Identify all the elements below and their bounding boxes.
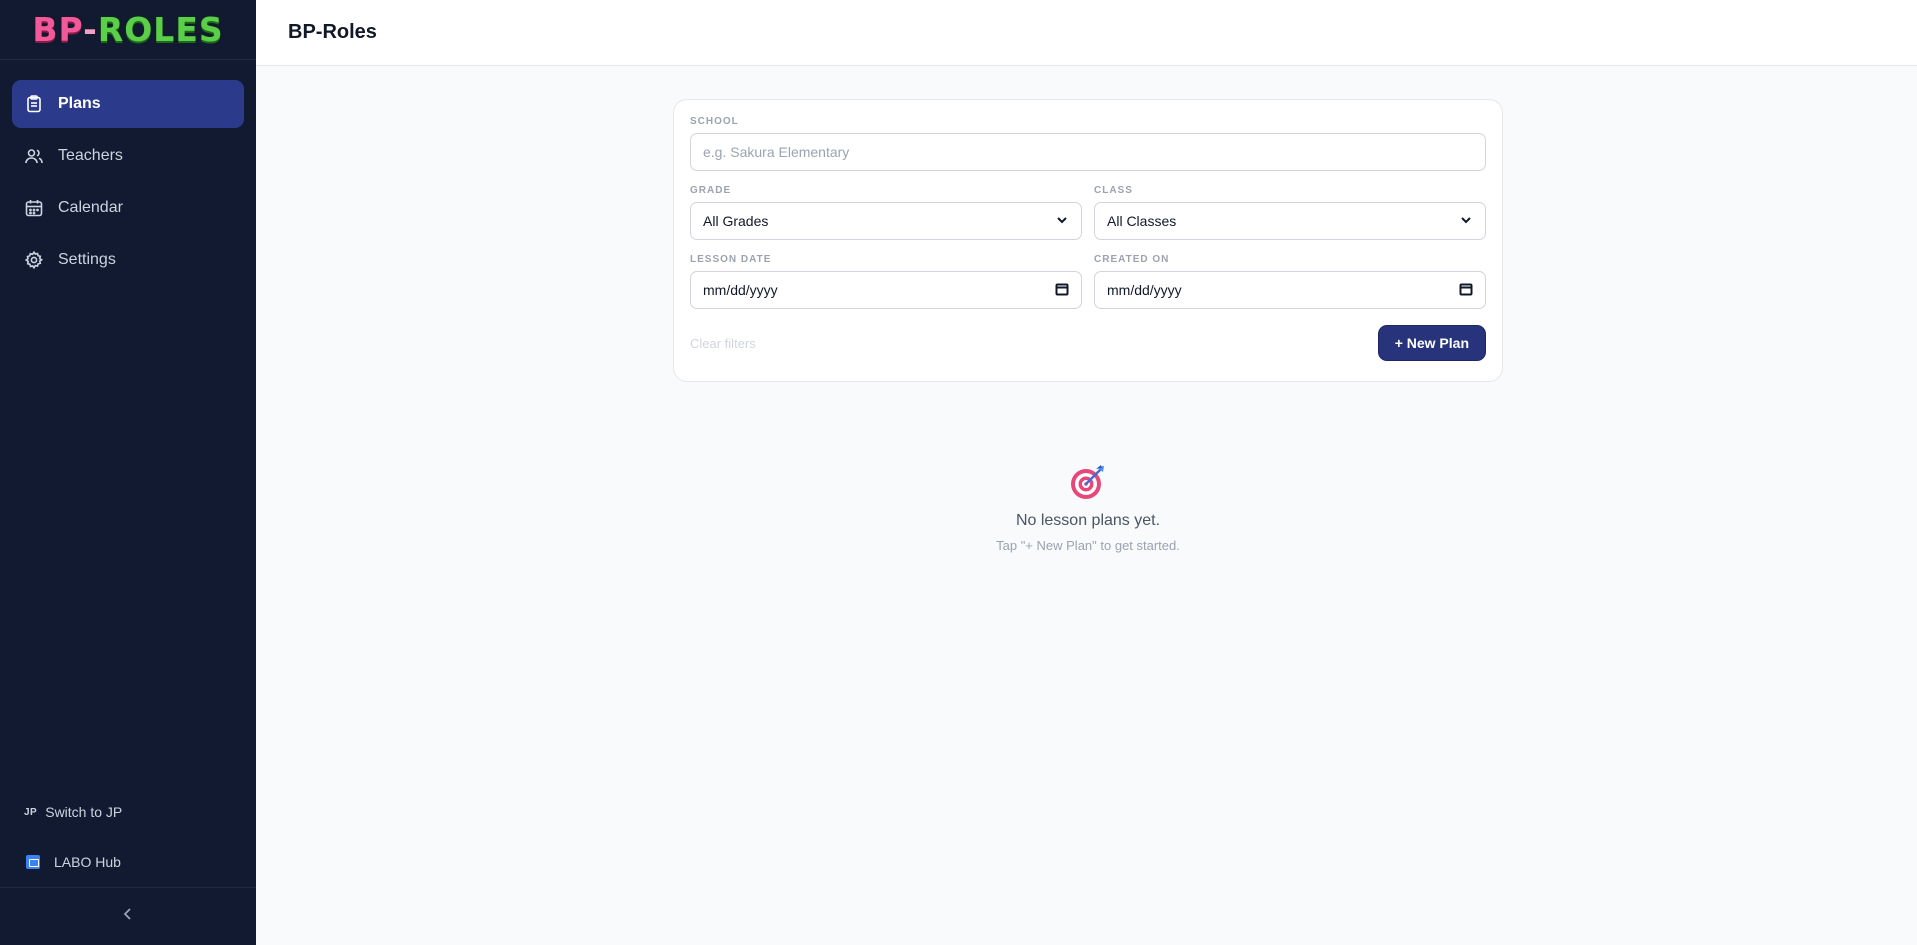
- clear-filters-button[interactable]: Clear filters: [690, 336, 756, 351]
- lesson-date-input[interactable]: mm/dd/yyyy: [690, 271, 1082, 309]
- empty-state-subtitle: Tap "+ New Plan" to get started.: [996, 538, 1180, 553]
- gear-icon: [24, 250, 44, 270]
- language-badge: JP: [24, 806, 38, 818]
- hub-icon: [26, 855, 40, 869]
- calendar-icon: [24, 198, 44, 218]
- class-label: CLASS: [1094, 185, 1133, 196]
- calendar-picker-icon[interactable]: [1055, 282, 1069, 299]
- lesson-date-value: mm/dd/yyyy: [703, 282, 778, 298]
- date-row: LESSON DATE mm/dd/yyyy CREATED ON mm/dd/…: [690, 254, 1486, 309]
- labo-hub-label: LABO Hub: [54, 854, 121, 870]
- sidebar-item-label: Plans: [58, 95, 101, 112]
- empty-state-title: No lesson plans yet.: [1015, 512, 1161, 529]
- empty-state: No lesson plans yet. Tap "+ New Plan" to…: [673, 462, 1503, 553]
- class-select[interactable]: All Classes: [1094, 202, 1486, 240]
- created-on-label: CREATED ON: [1094, 254, 1170, 265]
- switch-language-label: Switch to JP: [45, 804, 123, 820]
- sidebar-item-label: Settings: [58, 251, 116, 268]
- sidebar: BP-ROLES Plans Teachers Calendar Setting…: [0, 0, 256, 945]
- sidebar-item-settings[interactable]: Settings: [12, 236, 244, 284]
- users-icon: [24, 146, 44, 166]
- created-on-input[interactable]: mm/dd/yyyy: [1094, 271, 1486, 309]
- grade-label: GRADE: [690, 185, 732, 196]
- grade-field: GRADE All Grades: [690, 185, 1082, 240]
- calendar-picker-icon[interactable]: [1459, 282, 1473, 299]
- created-on-field: CREATED ON mm/dd/yyyy: [1094, 254, 1486, 309]
- filter-footer: Clear filters + New Plan: [690, 325, 1486, 361]
- sidebar-item-plans[interactable]: Plans: [12, 80, 244, 128]
- logo-text: BP-ROLES: [32, 13, 223, 46]
- sidebar-item-calendar[interactable]: Calendar: [12, 184, 244, 232]
- grade-select[interactable]: All Grades: [690, 202, 1082, 240]
- school-label: SCHOOL: [690, 116, 739, 127]
- top-header: BP-Roles: [256, 0, 1917, 66]
- clipboard-icon: [24, 94, 44, 114]
- class-field: CLASS All Classes: [1094, 185, 1486, 240]
- grade-class-row: GRADE All Grades CLASS All Classes: [690, 185, 1486, 240]
- chevron-left-icon: [121, 907, 135, 926]
- collapse-sidebar-button[interactable]: [0, 887, 256, 945]
- school-field: SCHOOL e.g. Sakura Elementary: [690, 116, 1486, 171]
- created-on-value: mm/dd/yyyy: [1107, 282, 1182, 298]
- sidebar-bottom: JP Switch to JP LABO Hub: [0, 787, 256, 945]
- school-input[interactable]: e.g. Sakura Elementary: [690, 133, 1486, 171]
- class-value: All Classes: [1107, 213, 1177, 229]
- chevron-down-icon: [1055, 213, 1069, 230]
- sidebar-item-label: Calendar: [58, 199, 123, 216]
- logo-bp: BP: [32, 10, 84, 49]
- switch-language-button[interactable]: JP Switch to JP: [0, 787, 256, 837]
- labo-hub-link[interactable]: LABO Hub: [0, 837, 256, 887]
- logo-roles: ROLES: [97, 10, 224, 49]
- school-placeholder: e.g. Sakura Elementary: [703, 144, 850, 160]
- filter-card: SCHOOL e.g. Sakura Elementary GRADE All …: [673, 99, 1503, 382]
- app-logo[interactable]: BP-ROLES: [0, 0, 256, 60]
- page-title: BP-Roles: [288, 21, 377, 43]
- chevron-down-icon: [1459, 213, 1473, 230]
- new-plan-button[interactable]: + New Plan: [1377, 325, 1486, 361]
- lesson-date-field: LESSON DATE mm/dd/yyyy: [690, 254, 1082, 309]
- target-icon: [1068, 462, 1108, 502]
- lesson-date-label: LESSON DATE: [690, 254, 772, 265]
- sidebar-nav: Plans Teachers Calendar Settings: [0, 60, 256, 288]
- grade-value: All Grades: [703, 213, 769, 229]
- sidebar-item-label: Teachers: [58, 147, 123, 164]
- sidebar-item-teachers[interactable]: Teachers: [12, 132, 244, 180]
- logo-dash: -: [83, 10, 98, 49]
